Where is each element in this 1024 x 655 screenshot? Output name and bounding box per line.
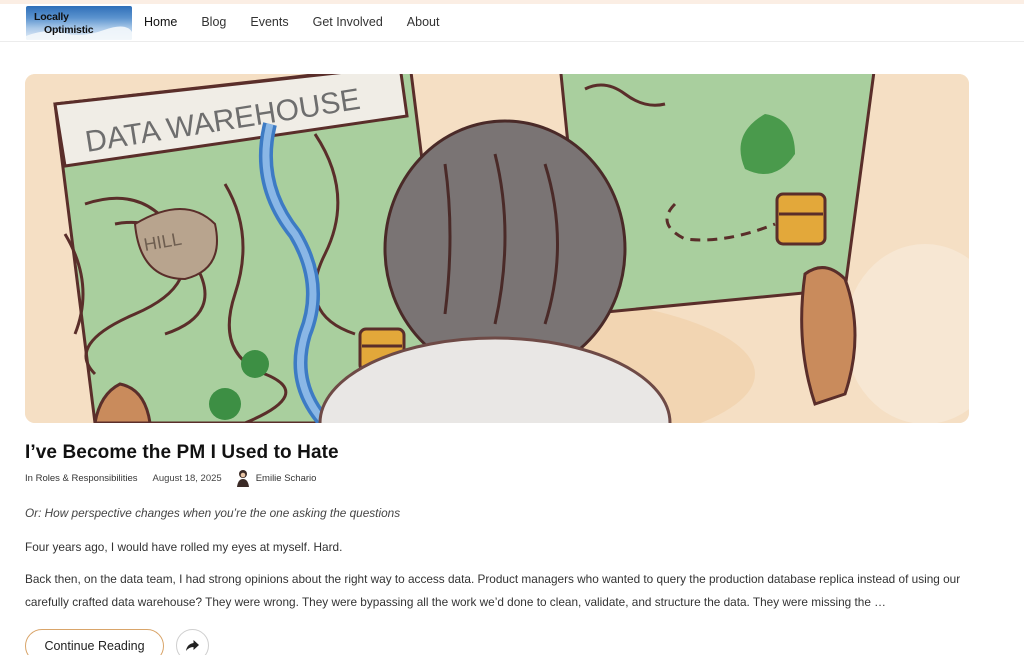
featured-image[interactable]: DATA WAREHOUSE HILL <box>25 74 969 423</box>
category-link[interactable]: Roles & Responsibilities <box>36 473 138 484</box>
nav-blog[interactable]: Blog <box>201 15 226 29</box>
category-prefix: In <box>25 472 33 484</box>
continue-reading-button[interactable]: Continue Reading <box>25 629 164 655</box>
illustration-map: DATA WAREHOUSE HILL <box>25 74 969 423</box>
site-logo[interactable]: Locally Optimistic <box>26 6 132 40</box>
post-subtitle: Or: How perspective changes when you’re … <box>25 506 401 520</box>
post-title[interactable]: I’ve Become the PM I Used to Hate <box>25 442 339 464</box>
share-arrow-icon <box>186 640 199 651</box>
post-excerpt-paragraph: Four years ago, I would have rolled my e… <box>25 540 343 554</box>
author-avatar <box>236 469 250 487</box>
logo-text-line2: Optimistic <box>44 24 94 36</box>
author-avatar-icon <box>236 470 249 487</box>
nav-events[interactable]: Events <box>250 15 288 29</box>
post-date: August 18, 2025 <box>152 472 222 484</box>
nav-about[interactable]: About <box>407 15 440 29</box>
nav-get-involved[interactable]: Get Involved <box>313 15 383 29</box>
main-nav: Home Blog Events Get Involved About <box>144 4 463 40</box>
nav-home[interactable]: Home <box>144 15 177 29</box>
post-excerpt-paragraph: Back then, on the data team, I had stron… <box>25 572 961 609</box>
post-meta: In Roles & Responsibilities August 18, 2… <box>25 469 317 487</box>
logo-text-line1: Locally <box>34 11 69 23</box>
author-link[interactable]: Emilie Schario <box>256 473 317 484</box>
post-category: In Roles & Responsibilities <box>25 473 138 484</box>
share-button[interactable] <box>176 629 209 655</box>
site-header: Locally Optimistic Home Blog Events Get … <box>0 4 1024 42</box>
